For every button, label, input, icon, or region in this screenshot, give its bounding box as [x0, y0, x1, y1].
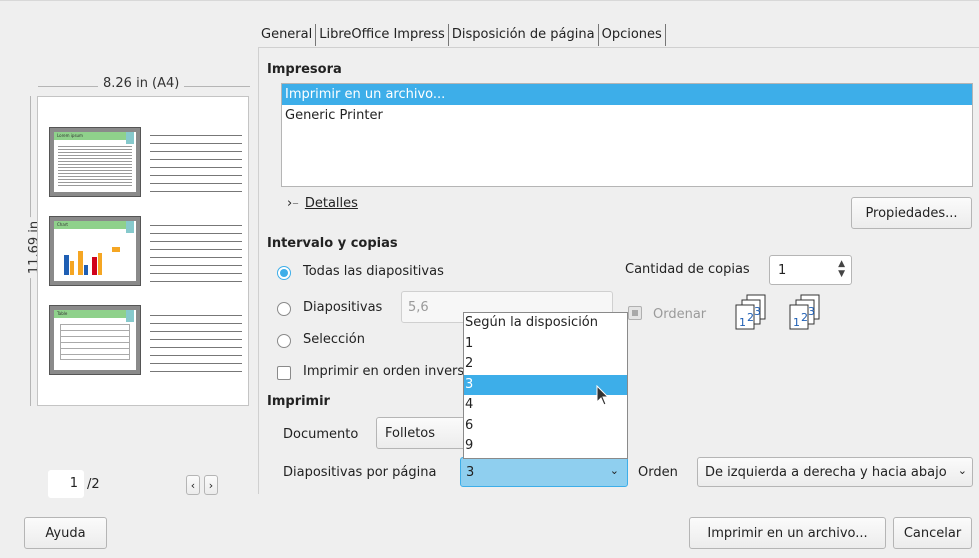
tab-libreoffice-impress[interactable]: LibreOffice Impress: [315, 24, 448, 46]
slides-range-value: 5,6: [408, 300, 429, 315]
copies-label: Cantidad de copias: [625, 262, 750, 277]
slides-radio[interactable]: [277, 302, 291, 316]
preview-slide-thumbnail: Lorem ipsum: [49, 127, 141, 197]
cancel-button[interactable]: Cancelar: [893, 517, 972, 549]
handout-note-lines: [150, 315, 242, 379]
selection-label: Selección: [303, 332, 365, 347]
dropdown-option[interactable]: 6: [464, 416, 627, 437]
order-combobox[interactable]: De izquierda a derecha y hacia abajo ⌄: [697, 457, 973, 487]
printer-item-generic[interactable]: Generic Printer: [282, 105, 972, 126]
tab-options[interactable]: Opciones: [597, 24, 666, 46]
page-total-label: /2: [87, 477, 100, 492]
document-label: Documento: [283, 427, 359, 442]
tab-general[interactable]: General: [258, 24, 315, 46]
dropdown-option[interactable]: 9: [464, 436, 627, 457]
print-section-title: Imprimir: [267, 394, 330, 409]
selection-radio[interactable]: [277, 334, 291, 348]
copies-spinbox[interactable]: 1 ▲ ▼: [769, 255, 852, 285]
all-slides-radio[interactable]: [277, 266, 291, 280]
printer-section-title: Impresora: [267, 62, 342, 77]
slide-title: Lorem ipsum: [57, 133, 83, 138]
preview-width-label: 8.26 in (A4): [98, 76, 185, 91]
help-button[interactable]: Ayuda: [24, 517, 107, 549]
dropdown-option[interactable]: 2: [464, 354, 627, 375]
print-preview-page: Lorem ipsum Chart Table: [37, 96, 249, 406]
order-label: Orden: [638, 465, 678, 480]
slide-title: Chart: [57, 222, 68, 227]
range-section-title: Intervalo y copias: [267, 236, 398, 251]
printer-list[interactable]: Imprimir en un archivo... Generic Printe…: [281, 83, 973, 187]
reverse-order-checkbox[interactable]: [277, 366, 291, 380]
collate-label: Ordenar: [653, 307, 707, 322]
document-value: Folletos: [385, 425, 436, 441]
preview-slide-thumbnail: Table: [49, 305, 141, 375]
page-current-value: 1: [69, 476, 78, 491]
chevron-down-icon: ⌄: [609, 464, 619, 477]
slides-per-page-value: 3: [466, 464, 475, 480]
dropdown-option[interactable]: Según la disposición: [464, 313, 627, 334]
document-combobox[interactable]: Folletos: [376, 417, 466, 449]
page-number-input[interactable]: 1: [48, 470, 84, 498]
details-label: Detalles: [304, 196, 358, 211]
details-expander[interactable]: ›– Detalles: [287, 196, 358, 211]
svg-text:3: 3: [808, 305, 815, 318]
spin-updown-icon[interactable]: ▲ ▼: [838, 259, 845, 279]
chevron-left-icon: ‹: [190, 478, 196, 492]
next-page-button[interactable]: ›: [204, 475, 218, 495]
tab-page-layout[interactable]: Disposición de página: [447, 24, 598, 46]
svg-text:3: 3: [754, 305, 761, 318]
svg-text:1: 1: [739, 316, 746, 329]
handout-note-lines: [150, 225, 242, 289]
collate-checkbox[interactable]: [628, 306, 642, 320]
dropdown-option[interactable]: 1: [464, 334, 627, 355]
order-value: De izquierda a derecha y hacia abajo: [705, 464, 947, 480]
preview-slide-thumbnail: Chart: [49, 216, 141, 286]
properties-button[interactable]: Propiedades...: [851, 197, 972, 229]
svg-text:2: 2: [747, 311, 754, 324]
left-panel-divider: [0, 0, 979, 1]
slide-title: Table: [57, 311, 68, 316]
slides-label: Diapositivas: [303, 300, 383, 315]
slides-per-page-label: Diapositivas por página: [283, 465, 437, 480]
chevron-down-icon: ⌄: [957, 464, 967, 477]
tab-bar: General LibreOffice Impress Disposición …: [258, 24, 666, 46]
collate-pages-icon: 123 123: [735, 294, 820, 330]
reverse-order-label: Imprimir en orden inverso: [303, 364, 463, 379]
handout-note-lines: [150, 135, 242, 199]
copies-value: 1: [778, 263, 787, 278]
chevron-right-icon: ›: [208, 478, 214, 492]
previous-page-button[interactable]: ‹: [186, 475, 200, 495]
all-slides-label: Todas las diapositivas: [303, 264, 444, 279]
slides-per-page-combobox[interactable]: 3 ⌄: [460, 457, 628, 487]
mouse-cursor-icon: [596, 385, 610, 406]
print-button[interactable]: Imprimir en un archivo...: [689, 517, 886, 549]
printer-item-file[interactable]: Imprimir en un archivo...: [282, 84, 972, 105]
svg-text:1: 1: [793, 316, 800, 329]
svg-text:2: 2: [801, 311, 808, 324]
